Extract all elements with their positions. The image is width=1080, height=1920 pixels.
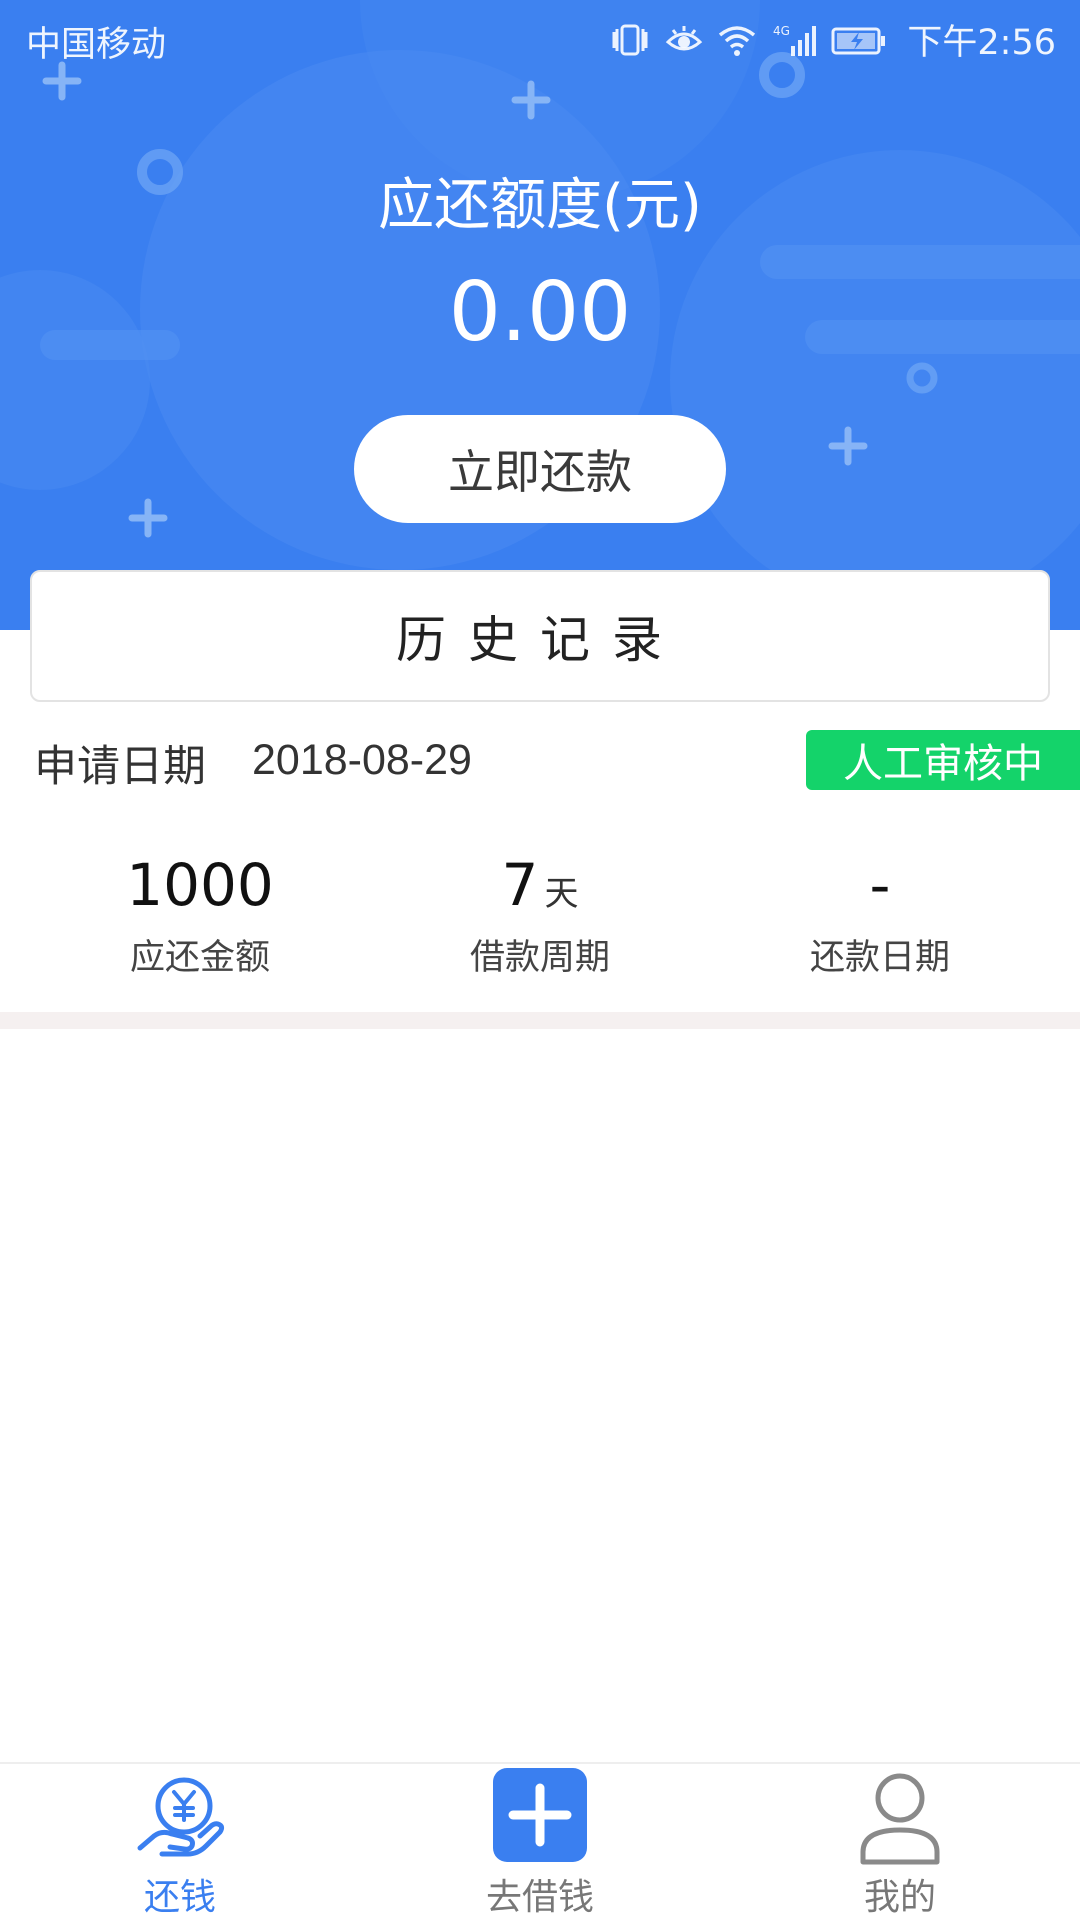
repay-now-button[interactable]: 立即还款: [354, 415, 726, 523]
wifi-icon: [719, 25, 756, 56]
carrier-name: 中国移动: [26, 25, 167, 65]
signal-icon: 4G: [773, 24, 817, 56]
status-icons: 4G 下午2:56: [609, 14, 1056, 65]
apply-date-label: 申请日期: [34, 742, 206, 792]
eye-comfort-icon: [666, 25, 703, 50]
user-profile-icon: [860, 1773, 940, 1865]
stat-value: -: [869, 851, 891, 919]
nav-label: 还钱: [143, 1877, 216, 1918]
repay-hand-yen-icon: [137, 1777, 225, 1857]
stat-value: 7: [501, 851, 539, 919]
stat-amount-due: 1000 应还金额: [20, 845, 380, 980]
stat-label: 应还金额: [129, 938, 270, 978]
vibrate-icon: [612, 24, 648, 55]
stat-label: 还款日期: [809, 938, 950, 978]
plus-square-icon: [493, 1768, 587, 1862]
amount-due-value: 0.00: [448, 265, 632, 360]
network-type: 4G: [773, 24, 790, 38]
nav-label: 我的: [863, 1877, 936, 1918]
bottom-nav: 还钱 去借钱 我的: [0, 1762, 1080, 1920]
battery-icon: [831, 27, 886, 54]
stat-value: 1000: [126, 851, 274, 919]
history-title: 历史记录: [396, 611, 684, 669]
status-bar: 中国移动 4G 下午2:56: [0, 0, 1080, 74]
stat-repay-date: - 还款日期: [700, 845, 1060, 980]
header-banner: 中国移动 4G 下午2:56 应还额度(元) 0.00 立即还款: [0, 0, 1080, 630]
amount-due-label: 应还额度(元): [378, 173, 702, 238]
apply-date-value: 2018-08-29: [252, 736, 472, 784]
stat-unit: 天: [544, 874, 579, 914]
nav-item-repay[interactable]: 还钱: [0, 1764, 360, 1920]
stat-loan-period: 7天 借款周期: [360, 845, 720, 980]
status-badge-text: 人工审核中: [843, 741, 1043, 787]
status-badge: 人工审核中: [806, 730, 1080, 790]
stat-label: 借款周期: [469, 938, 610, 978]
section-divider: [0, 1012, 1080, 1029]
history-records-button[interactable]: 历史记录: [30, 570, 1050, 702]
nav-item-mine[interactable]: 我的: [720, 1764, 1080, 1920]
status-time: 下午2:56: [907, 23, 1056, 63]
record-header: 申请日期 2018-08-29 人工审核中: [0, 730, 1080, 792]
nav-item-borrow[interactable]: 去借钱: [360, 1764, 720, 1920]
record-stats: 1000 应还金额 7天 借款周期 - 还款日期: [0, 845, 1080, 995]
nav-label: 去借钱: [485, 1877, 594, 1918]
